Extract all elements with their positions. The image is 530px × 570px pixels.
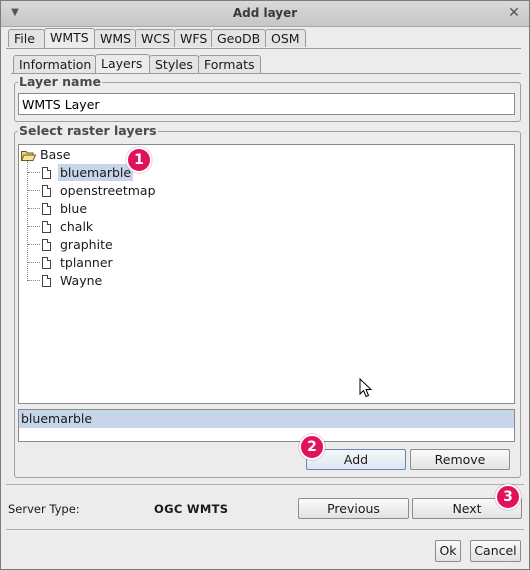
- tree-item-wayne[interactable]: Wayne: [19, 272, 219, 290]
- tree-item-label: Wayne: [60, 273, 103, 288]
- tree-node-base[interactable]: Base: [19, 146, 219, 164]
- tree-node-label: Base: [40, 147, 71, 162]
- tab-wmts[interactable]: WMTS: [44, 28, 95, 48]
- tree-item-label: graphite: [60, 237, 113, 252]
- tree-item-graphite[interactable]: graphite: [19, 236, 219, 254]
- window-title: Add layer: [232, 6, 298, 20]
- tree-item-label: blue: [60, 201, 88, 216]
- ok-button[interactable]: Ok: [435, 540, 461, 562]
- separator: [6, 484, 524, 485]
- previous-button[interactable]: Previous: [298, 498, 409, 519]
- tab-wcs[interactable]: WCS: [135, 29, 175, 47]
- tab-formats[interactable]: Formats: [198, 55, 261, 73]
- tab-layers[interactable]: Layers: [95, 54, 150, 74]
- separator: [6, 529, 524, 530]
- close-icon[interactable]: ✕: [506, 4, 522, 22]
- annotation-badge-1: 1: [126, 147, 152, 173]
- cancel-button[interactable]: Cancel: [470, 540, 521, 562]
- selected-layer-item[interactable]: bluemarble: [19, 410, 514, 428]
- mouse-cursor-icon: [359, 378, 373, 398]
- file-icon: [42, 221, 51, 233]
- file-icon: [42, 185, 51, 197]
- tab-file[interactable]: File: [8, 29, 45, 47]
- tree-item-bluemarble[interactable]: bluemarble: [19, 164, 219, 182]
- tree-item-blue[interactable]: blue: [19, 200, 219, 218]
- tab-wms[interactable]: WMS: [94, 29, 136, 47]
- raster-layer-tree[interactable]: Base bluemarble openstreetmap blue chalk: [18, 144, 515, 404]
- file-icon: [42, 203, 51, 215]
- tree-item-label: openstreetmap: [60, 183, 156, 198]
- file-icon: [42, 257, 51, 269]
- tree-item-chalk[interactable]: chalk: [19, 218, 219, 236]
- tab-information[interactable]: Information: [13, 55, 96, 73]
- tree-item-label: tplanner: [60, 255, 113, 270]
- add-layer-dialog: ▼ Add layer ✕ File WMTS WMS WCS WFS GeoD…: [0, 0, 530, 570]
- tree-item-label: chalk: [60, 219, 94, 234]
- file-icon: [42, 239, 51, 251]
- tree-item-label: bluemarble: [58, 164, 134, 181]
- tree-item-tplanner[interactable]: tplanner: [19, 254, 219, 272]
- title-bar: ▼ Add layer ✕: [1, 1, 529, 27]
- sub-tabbar: Information Layers Styles Formats: [13, 54, 518, 75]
- raster-layers-title: Select raster layers: [18, 123, 158, 138]
- main-tab-divider: [6, 48, 521, 49]
- annotation-badge-3: 3: [495, 484, 521, 510]
- tab-styles[interactable]: Styles: [149, 55, 199, 73]
- file-icon: [42, 167, 51, 179]
- tab-wfs[interactable]: WFS: [174, 29, 212, 47]
- annotation-badge-2: 2: [299, 434, 325, 460]
- selected-layers-list[interactable]: bluemarble: [18, 409, 515, 442]
- server-type-label: Server Type:: [8, 502, 80, 516]
- layer-name-input[interactable]: [18, 93, 515, 115]
- tab-osm[interactable]: OSM: [265, 29, 306, 47]
- main-tabbar: File WMTS WMS WCS WFS GeoDB OSM: [8, 28, 523, 49]
- tree-item-openstreetmap[interactable]: openstreetmap: [19, 182, 219, 200]
- layer-name-title: Layer name: [18, 74, 102, 89]
- folder-open-icon: [21, 151, 36, 161]
- file-icon: [42, 275, 51, 287]
- tab-geodb[interactable]: GeoDB: [211, 29, 266, 47]
- remove-button[interactable]: Remove: [410, 449, 510, 470]
- server-type-value: OGC WMTS: [154, 502, 229, 516]
